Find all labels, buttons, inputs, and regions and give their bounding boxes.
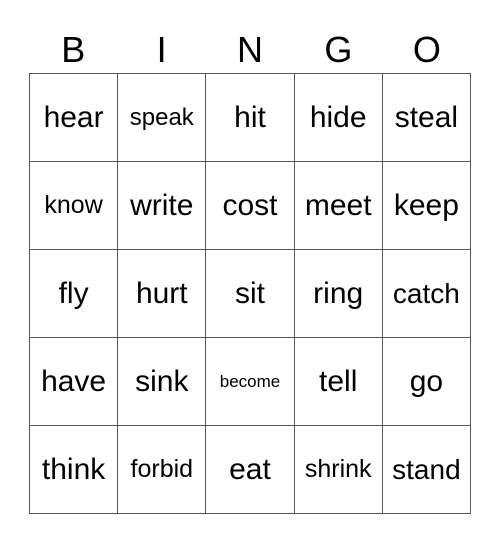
bingo-cell[interactable]: cost xyxy=(206,162,295,250)
bingo-cell[interactable]: meet xyxy=(294,162,383,250)
bingo-cell[interactable]: hide xyxy=(294,74,383,162)
bingo-cell[interactable]: forbid xyxy=(118,426,207,514)
bingo-cell[interactable]: sink xyxy=(118,338,207,426)
header-letter-b: B xyxy=(61,29,86,70)
bingo-header: B I N G O xyxy=(29,28,471,72)
header-letter-i: I xyxy=(156,29,167,70)
bingo-cell[interactable]: sit xyxy=(206,250,295,338)
bingo-cell[interactable]: speak xyxy=(118,74,207,162)
bingo-cell[interactable]: steal xyxy=(382,74,471,162)
header-letter-o: O xyxy=(412,29,441,70)
header-letter-g: G xyxy=(324,29,353,70)
bingo-cell[interactable]: catch xyxy=(382,250,471,338)
bingo-cell[interactable]: go xyxy=(382,338,471,426)
bingo-cell[interactable]: ring xyxy=(294,250,383,338)
bingo-cell[interactable]: eat xyxy=(206,426,295,514)
bingo-cell[interactable]: tell xyxy=(294,338,383,426)
bingo-cell[interactable]: become xyxy=(206,338,295,426)
bingo-cell[interactable]: stand xyxy=(382,426,471,514)
bingo-cell[interactable]: write xyxy=(118,162,207,250)
bingo-cell[interactable]: keep xyxy=(382,162,471,250)
header-letter-n: N xyxy=(237,29,264,70)
bingo-cell[interactable]: hit xyxy=(206,74,295,162)
bingo-cell[interactable]: hurt xyxy=(118,250,207,338)
bingo-cell[interactable]: have xyxy=(30,338,119,426)
bingo-cell[interactable]: know xyxy=(30,162,119,250)
bingo-cell[interactable]: hear xyxy=(30,74,119,162)
bingo-cell[interactable]: shrink xyxy=(294,426,383,514)
bingo-cell[interactable]: think xyxy=(30,426,119,514)
bingo-card-grid: hear speak hit hide steal know write cos… xyxy=(29,73,471,514)
bingo-cell[interactable]: fly xyxy=(30,250,119,338)
